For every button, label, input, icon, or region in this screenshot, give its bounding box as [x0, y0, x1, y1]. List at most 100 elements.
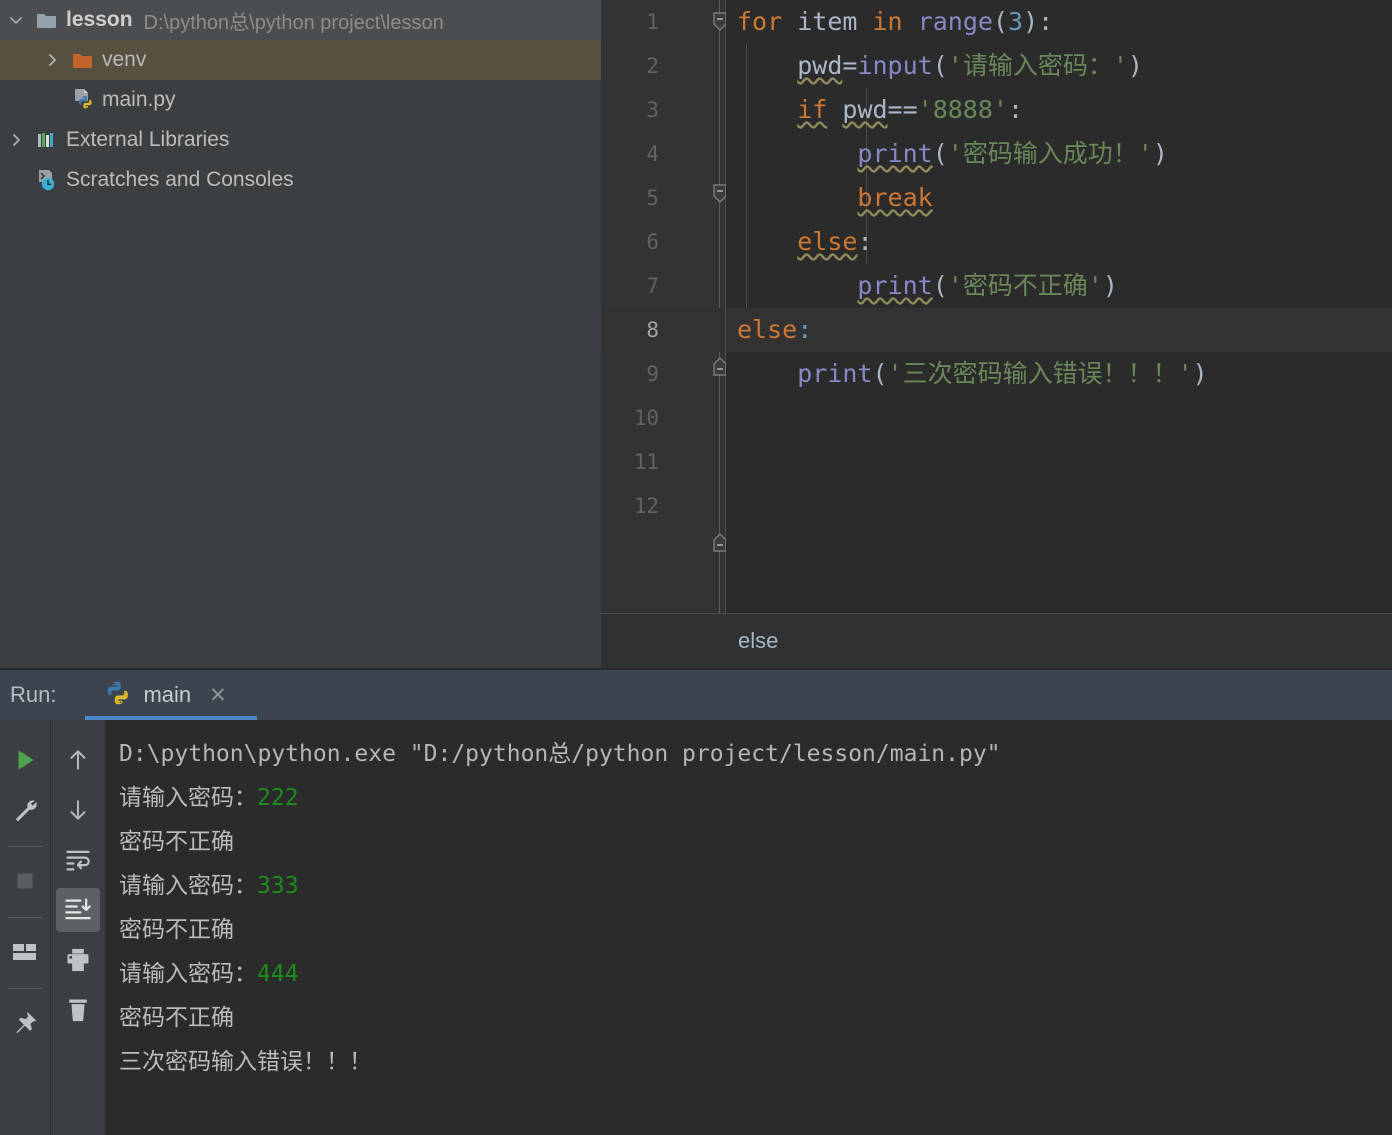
- line-number: 3: [646, 98, 659, 122]
- breadcrumb-label: else: [738, 628, 779, 653]
- pin-tab-button[interactable]: [3, 1001, 47, 1045]
- gutter-line: 11: [601, 440, 725, 484]
- edit-configuration-button[interactable]: [3, 788, 47, 832]
- run-tab-main[interactable]: main ✕: [91, 670, 240, 720]
- folder-excluded-icon: [68, 51, 98, 69]
- tree-item-path: D:\python总\python project\lesson: [143, 11, 444, 34]
- line-number: 12: [633, 494, 659, 518]
- libraries-icon: [32, 130, 62, 150]
- code-text-area[interactable]: for item in range(3): pwd=input('请输入密码：'…: [726, 0, 1392, 613]
- line-number: 11: [633, 450, 659, 474]
- gutter-line: 12: [601, 484, 725, 528]
- console-line-prompt: 请输入密码：444: [119, 952, 1392, 996]
- stop-button[interactable]: [3, 859, 47, 903]
- tree-item-label: Scratches and Consoles: [66, 168, 294, 191]
- line-number: 9: [646, 362, 659, 386]
- tree-item-venv[interactable]: venv: [0, 40, 601, 80]
- run-toolbar-secondary[interactable]: [50, 720, 105, 1135]
- close-icon[interactable]: ✕: [209, 685, 227, 706]
- code-line-11[interactable]: [726, 440, 1392, 484]
- run-tab-label: main: [143, 682, 192, 707]
- print-button[interactable]: [56, 938, 100, 982]
- code-line-5[interactable]: break: [726, 176, 1392, 220]
- gutter-line: 10: [601, 396, 725, 440]
- console-line-output: 密码不正确: [119, 1005, 234, 1031]
- console-line-prompt: 请输入密码：222: [119, 776, 1392, 820]
- project-tree-panel[interactable]: lesson D:\python总\python project\lesson …: [0, 0, 601, 668]
- code-line-3[interactable]: if pwd=='8888':: [726, 88, 1392, 132]
- layout-settings-button[interactable]: [3, 930, 47, 974]
- gutter-line: 5: [601, 176, 727, 376]
- chevron-right-icon[interactable]: [36, 52, 68, 68]
- line-number: 2: [646, 54, 659, 78]
- console-line-exit-status: Process finished with exit code 0: [119, 1128, 1392, 1135]
- run-tool-window: Run: main ✕ D:\python\python.exe "D:/pyt…: [0, 670, 1392, 1135]
- editor-gutter[interactable]: 1 2 3 4 5 6 7 8 9 10 11 12: [601, 0, 727, 613]
- toolbar-separator: [8, 846, 42, 847]
- code-line-12[interactable]: [726, 484, 1392, 528]
- code-line-4[interactable]: print('密码输入成功！'): [726, 132, 1392, 176]
- chevron-down-icon[interactable]: [0, 12, 32, 28]
- arrow-up-icon[interactable]: [56, 738, 100, 782]
- tree-item-scratches-and-consoles[interactable]: Scratches and Consoles: [0, 160, 601, 200]
- code-line-10[interactable]: [726, 396, 1392, 440]
- code-editor[interactable]: 1 2 3 4 5 6 7 8 9 10 11 12 for item in r…: [601, 0, 1392, 668]
- top-area: lesson D:\python总\python project\lesson …: [0, 0, 1392, 668]
- line-number: 8: [646, 318, 659, 342]
- rerun-button[interactable]: [3, 738, 47, 782]
- line-number: 10: [633, 406, 659, 430]
- tree-item-label: main.py: [102, 88, 176, 111]
- console-line-output: 三次密码输入错误！！！: [119, 1049, 372, 1075]
- run-tool-window-header: Run: main ✕: [0, 670, 1392, 720]
- run-tool-window-body: D:\python\python.exe "D:/python总/python …: [0, 720, 1392, 1135]
- folder-module-icon: [32, 11, 62, 29]
- user-input-value: 333: [257, 873, 299, 899]
- user-input-value: 444: [257, 961, 299, 987]
- scratches-icon: [32, 168, 62, 192]
- editor-body[interactable]: 1 2 3 4 5 6 7 8 9 10 11 12 for item in r…: [601, 0, 1392, 613]
- clear-all-button[interactable]: [56, 988, 100, 1032]
- tree-item-external-libraries[interactable]: External Libraries: [0, 120, 601, 160]
- code-line-8[interactable]: else:: [726, 308, 1392, 352]
- gutter-line: 9: [601, 352, 725, 396]
- toolbar-separator: [8, 988, 42, 989]
- arrow-down-icon[interactable]: [56, 788, 100, 832]
- soft-wrap-icon[interactable]: [56, 838, 100, 882]
- breadcrumb[interactable]: else: [601, 613, 1392, 668]
- line-number: 7: [646, 274, 659, 298]
- code-line-2[interactable]: pwd=input('请输入密码：'): [726, 44, 1392, 88]
- line-number: 1: [646, 10, 659, 34]
- gutter-line: 7: [601, 264, 727, 552]
- gutter-line-current: 8: [601, 308, 725, 352]
- tree-item-label: External Libraries: [66, 128, 230, 151]
- gutter-line: 1: [601, 0, 727, 44]
- prompt-text: 请输入密码：: [119, 785, 257, 811]
- tree-item-label: venv: [102, 48, 147, 71]
- scroll-to-end-button[interactable]: [56, 888, 100, 932]
- console-output[interactable]: D:\python\python.exe "D:/python总/python …: [105, 720, 1392, 1135]
- tree-item-lesson[interactable]: lesson D:\python总\python project\lesson: [0, 0, 601, 40]
- gutter-line: 2: [601, 44, 725, 88]
- code-line-9[interactable]: print('三次密码输入错误！！！'): [726, 352, 1392, 396]
- code-line-6[interactable]: else:: [726, 220, 1392, 264]
- prompt-text: 请输入密码：: [119, 961, 257, 987]
- chevron-right-icon[interactable]: [0, 132, 32, 148]
- code-line-1[interactable]: for item in range(3):: [726, 0, 1392, 44]
- user-input-value: 222: [257, 785, 299, 811]
- console-line-output: 密码不正确: [119, 917, 234, 943]
- console-line-output: 密码不正确: [119, 829, 234, 855]
- gutter-line: 3: [601, 88, 727, 203]
- console-line-command: D:\python\python.exe "D:/python总/python …: [119, 741, 1001, 767]
- line-number: 6: [646, 230, 659, 254]
- run-toolbar-primary[interactable]: [0, 720, 50, 1135]
- prompt-text: 请输入密码：: [119, 873, 257, 899]
- python-icon: [105, 680, 131, 711]
- run-window-label: Run:: [10, 682, 57, 707]
- python-file-icon: [68, 88, 98, 112]
- code-line-7[interactable]: print('密码不正确'): [726, 264, 1392, 308]
- toolbar-separator: [8, 917, 42, 918]
- gutter-line: 6: [601, 220, 725, 264]
- tree-item-label: lesson: [66, 8, 133, 31]
- pycharm-window: lesson D:\python总\python project\lesson …: [0, 0, 1392, 1135]
- tree-item-main-py[interactable]: main.py: [0, 80, 601, 120]
